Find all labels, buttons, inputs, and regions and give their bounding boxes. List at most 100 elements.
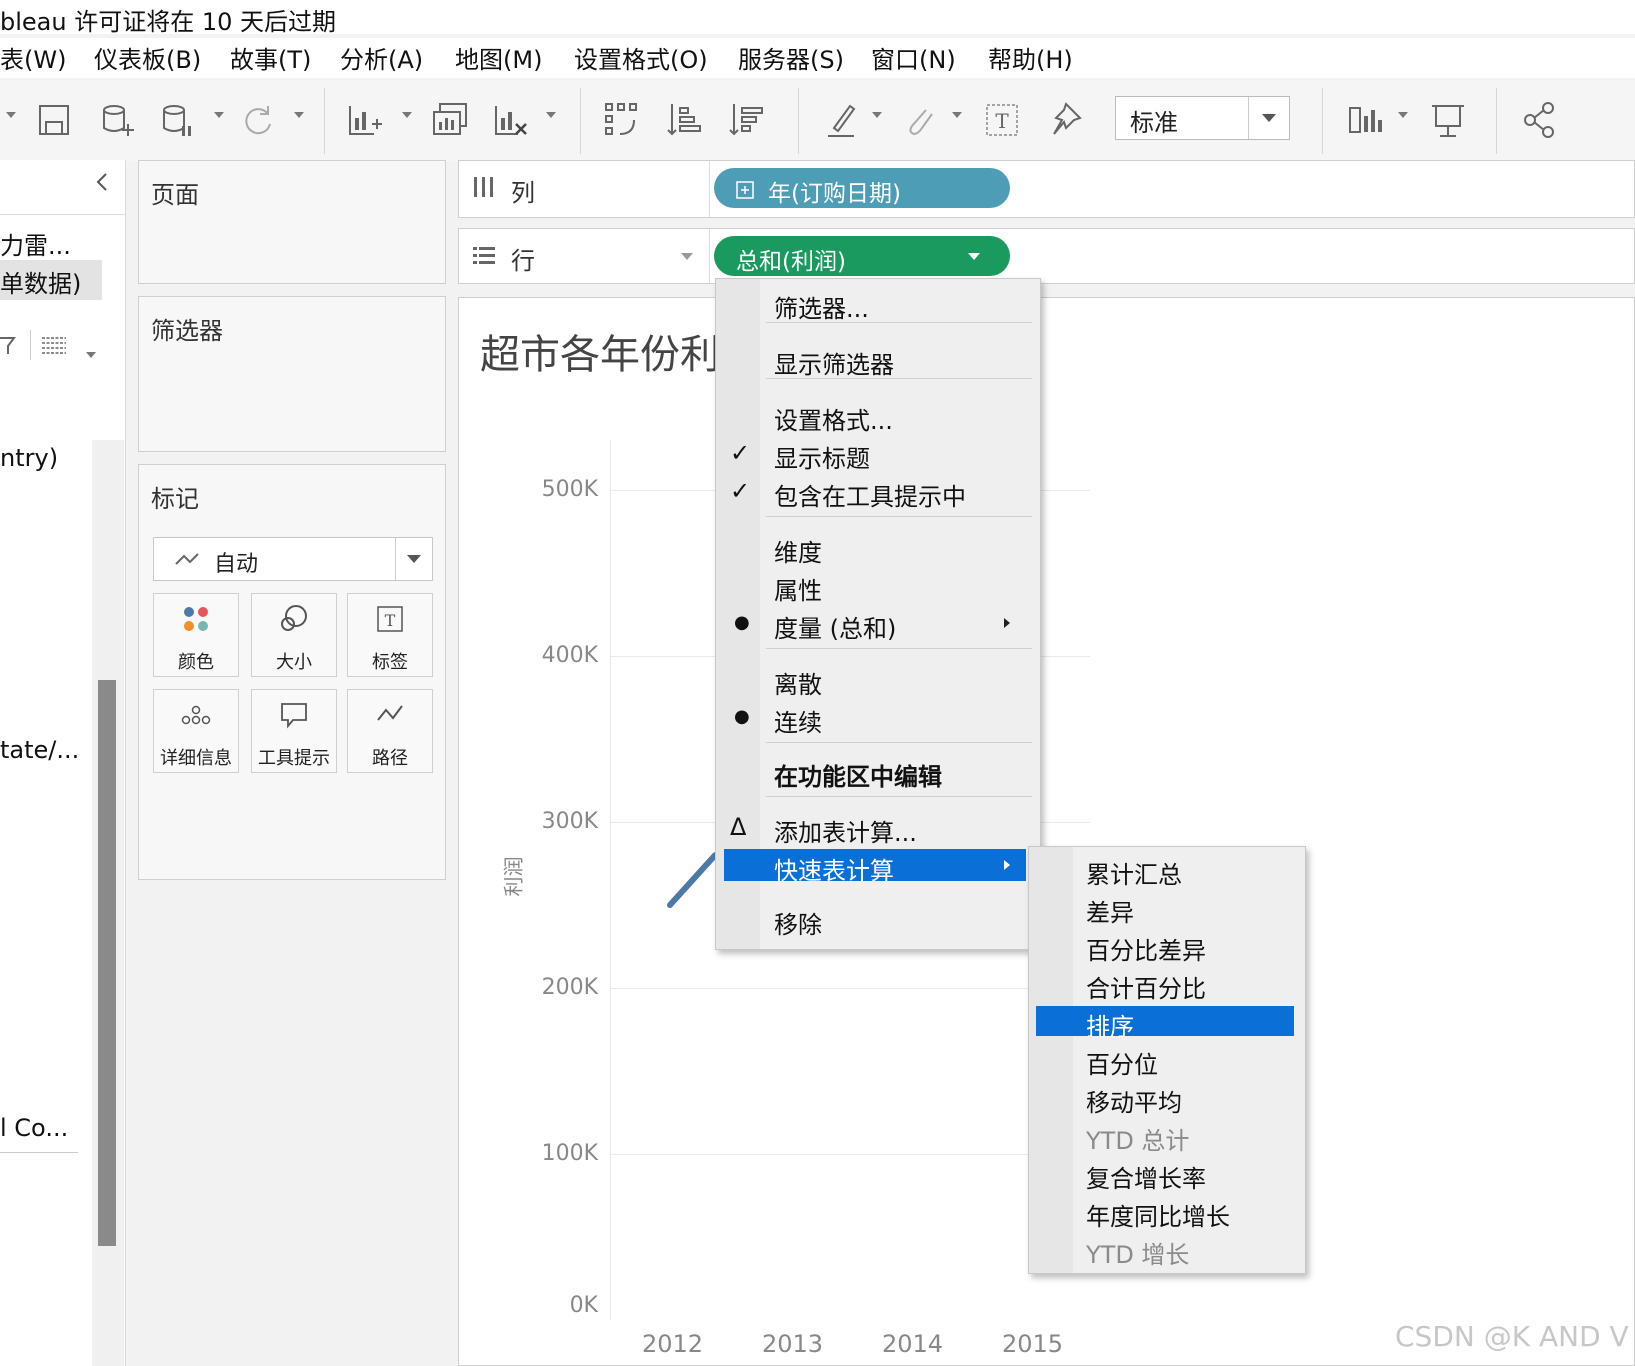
refresh-icon[interactable] xyxy=(238,100,278,140)
context-menu-item[interactable]: 在功能区中编辑 xyxy=(774,754,1024,791)
show-me-icon[interactable] xyxy=(1346,100,1386,140)
menu-bar: 表(W) 仪表板(B) 故事(T) 分析(A) 地图(M) 设置格式(O) 服务… xyxy=(0,38,1635,78)
menu-map[interactable]: 地图(M) xyxy=(455,40,542,75)
pin-icon[interactable] xyxy=(1044,100,1084,140)
chevron-down-icon[interactable] xyxy=(1248,97,1289,139)
context-menu-item[interactable]: 添加表计算... xyxy=(774,810,1024,847)
submenu-item[interactable]: 百分比差异 xyxy=(1086,928,1296,965)
rows-icon xyxy=(471,243,497,269)
sort-ascending-icon[interactable] xyxy=(664,100,704,140)
menu-window[interactable]: 窗口(N) xyxy=(871,40,956,75)
expand-plus-icon[interactable] xyxy=(736,179,754,199)
chevron-down-icon[interactable] xyxy=(872,112,882,118)
share-icon[interactable] xyxy=(1520,100,1560,140)
color-mark-button[interactable]: 颜色 xyxy=(153,593,239,677)
sort-descending-icon[interactable] xyxy=(726,100,766,140)
context-menu-item[interactable]: 筛选器... xyxy=(774,286,1024,323)
chevron-down-icon[interactable] xyxy=(402,112,412,118)
datasource-item-selected[interactable]: 单数据) xyxy=(0,260,102,300)
context-menu-item[interactable]: 移除 xyxy=(774,902,1024,939)
path-mark-button[interactable]: 路径 xyxy=(347,689,433,773)
columns-icon xyxy=(471,175,497,201)
collapse-pane-icon[interactable] xyxy=(92,170,112,194)
context-menu-item[interactable]: 属性 xyxy=(774,568,1024,605)
chevron-down-icon[interactable] xyxy=(6,112,16,118)
clear-sheet-icon[interactable] xyxy=(490,100,530,140)
menu-dashboard[interactable]: 仪表板(B) xyxy=(94,40,201,75)
submenu-item[interactable]: 差异 xyxy=(1086,890,1296,927)
columns-pill-year-order-date[interactable]: 年(订购日期) xyxy=(714,168,1010,208)
context-menu-item[interactable]: 度量 (总和) xyxy=(774,606,1024,643)
menu-format[interactable]: 设置格式(O) xyxy=(574,40,708,75)
toolbar-divider xyxy=(798,88,799,154)
swap-axes-icon[interactable] xyxy=(602,100,642,140)
view-size-select[interactable]: 标准 xyxy=(1115,96,1290,140)
menu-separator xyxy=(766,322,1032,323)
detail-mark-button[interactable]: 详细信息 xyxy=(153,689,239,773)
chevron-down-icon[interactable] xyxy=(86,352,96,358)
menu-server[interactable]: 服务器(S) xyxy=(738,40,844,75)
presentation-icon[interactable] xyxy=(1428,100,1468,140)
x-tick-label: 2012 xyxy=(642,1330,704,1358)
rows-pill-sum-profit[interactable]: 总和(利润) xyxy=(714,236,1010,276)
chevron-down-icon[interactable] xyxy=(1398,112,1408,118)
new-worksheet-icon[interactable] xyxy=(344,100,384,140)
filters-card[interactable]: 筛选器 xyxy=(138,296,446,452)
y-tick-label: 400K xyxy=(541,643,598,668)
context-menu-item[interactable]: 离散 xyxy=(774,662,1024,699)
toolbar-divider xyxy=(324,88,325,154)
datasource-item[interactable]: 力雷... xyxy=(0,226,71,261)
chevron-down-icon[interactable] xyxy=(681,253,693,260)
submenu-item[interactable]: 百分位 xyxy=(1086,1042,1296,1079)
filter-icon[interactable] xyxy=(0,332,16,358)
chevron-down-icon[interactable] xyxy=(395,538,432,580)
submenu-item[interactable]: 合计百分比 xyxy=(1086,966,1296,1003)
chevron-down-icon[interactable] xyxy=(968,253,980,260)
label-mark-button[interactable]: T 标签 xyxy=(347,593,433,677)
datasource-pause-icon[interactable] xyxy=(158,100,198,140)
divider xyxy=(0,1152,78,1153)
checkmark-icon: ✓ xyxy=(730,477,751,505)
context-menu-item[interactable]: 设置格式... xyxy=(774,398,1024,435)
submenu-item-label: 差异 xyxy=(1086,899,1134,927)
submenu-item[interactable]: 累计汇总 xyxy=(1086,852,1296,889)
new-datasource-icon[interactable] xyxy=(96,100,136,140)
menu-story[interactable]: 故事(T) xyxy=(230,40,311,75)
field-item[interactable]: tate/... xyxy=(0,736,79,764)
rows-shelf[interactable]: 行 xyxy=(458,228,1635,284)
menu-analysis[interactable]: 分析(A) xyxy=(340,40,423,75)
field-item[interactable]: l Co... xyxy=(0,1114,68,1142)
context-menu-item[interactable]: 维度 xyxy=(774,530,1024,567)
mark-type-select[interactable]: 自动 xyxy=(153,537,433,581)
submenu-item[interactable]: 排序 xyxy=(1086,1004,1296,1041)
context-menu-item[interactable]: 连续 xyxy=(774,700,1024,737)
submenu-item[interactable]: 复合增长率 xyxy=(1086,1156,1296,1193)
submenu-item[interactable]: 移动平均 xyxy=(1086,1080,1296,1117)
chevron-down-icon[interactable] xyxy=(294,112,304,118)
menu-help[interactable]: 帮助(H) xyxy=(988,40,1073,75)
tooltip-mark-button[interactable]: 工具提示 xyxy=(251,689,337,773)
context-menu-item[interactable]: 显示标题 xyxy=(774,436,1024,473)
context-menu-item[interactable]: 显示筛选器 xyxy=(774,342,1024,379)
y-tick-label: 500K xyxy=(541,477,598,502)
chevron-down-icon[interactable] xyxy=(546,112,556,118)
columns-shelf[interactable]: 列 xyxy=(458,160,1635,218)
chevron-down-icon[interactable] xyxy=(214,112,224,118)
context-menu-item[interactable]: 包含在工具提示中 xyxy=(774,474,1024,511)
chevron-down-icon[interactable] xyxy=(952,112,962,118)
size-mark-button[interactable]: 大小 xyxy=(251,593,337,677)
menu-worksheet[interactable]: 表(W) xyxy=(0,40,66,75)
save-icon[interactable] xyxy=(34,100,74,140)
context-menu-item-label: 属性 xyxy=(774,577,822,605)
highlight-icon[interactable] xyxy=(822,100,862,140)
context-menu-item[interactable]: 快速表计算 xyxy=(774,848,1024,885)
submenu-item[interactable]: 年度同比增长 xyxy=(1086,1194,1296,1231)
field-item[interactable]: ntry) xyxy=(0,444,58,472)
annotate-icon[interactable] xyxy=(900,100,940,140)
menu-separator xyxy=(766,796,1032,797)
pages-card[interactable]: 页面 xyxy=(138,160,446,284)
list-view-icon[interactable] xyxy=(40,334,68,356)
labels-icon[interactable]: T xyxy=(982,100,1022,140)
duplicate-sheet-icon[interactable] xyxy=(430,100,470,140)
scrollbar-thumb[interactable] xyxy=(98,680,116,1246)
